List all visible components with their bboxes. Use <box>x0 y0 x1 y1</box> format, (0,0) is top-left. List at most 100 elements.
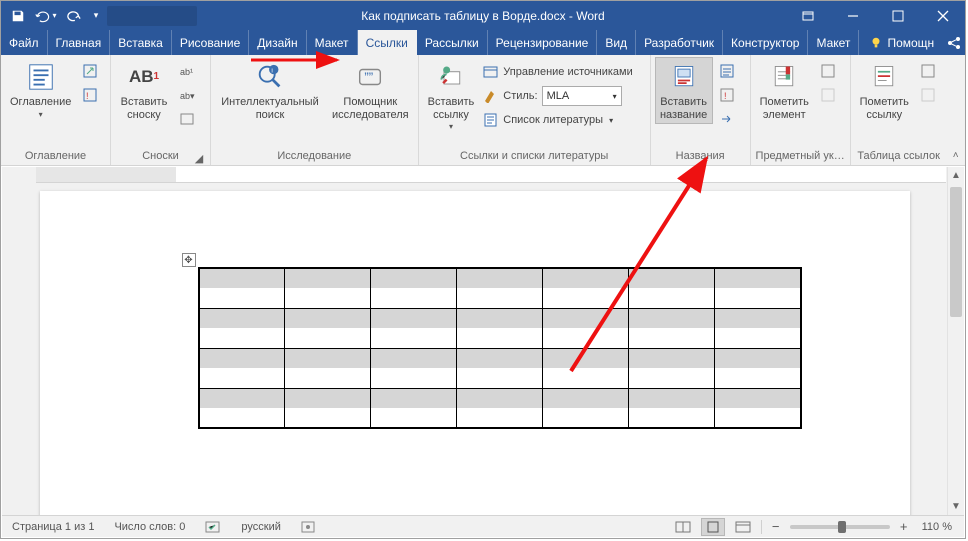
status-word-count[interactable]: Число слов: 0 <box>104 521 195 533</box>
account-area[interactable] <box>107 6 197 26</box>
tab-layout[interactable]: Макет <box>307 30 358 55</box>
citation-style-row: Стиль: MLA ▾ <box>481 85 634 107</box>
minimize-button[interactable] <box>830 1 875 30</box>
researcher-button[interactable]: ”” Помощник исследователя <box>327 57 414 124</box>
group-toa-label: Таблица ссылок <box>857 150 940 162</box>
svg-text:!: ! <box>724 91 727 101</box>
group-toc: Оглавление ▾ ! Оглавление <box>1 55 111 165</box>
share-button[interactable] <box>946 35 962 51</box>
tab-view[interactable]: Вид <box>597 30 636 55</box>
citation-style-combo[interactable]: MLA ▾ <box>542 86 622 106</box>
status-macro[interactable] <box>291 520 325 534</box>
status-language[interactable]: русский <box>231 521 290 533</box>
update-figures-button[interactable]: ! <box>715 84 739 106</box>
mark-index-label: Пометить элемент <box>760 96 809 121</box>
group-captions-label: Названия <box>676 150 725 162</box>
bibliography-button[interactable]: Список литературы ▾ <box>481 109 634 131</box>
update-toc-button[interactable]: ! <box>78 84 102 106</box>
tab-developer[interactable]: Разработчик <box>636 30 723 55</box>
zoom-out-button[interactable]: − <box>768 519 784 534</box>
mark-citation-label: Пометить ссылку <box>860 96 909 121</box>
scroll-thumb[interactable] <box>950 187 962 317</box>
scroll-down-button[interactable]: ▼ <box>948 498 964 515</box>
table-move-handle[interactable]: ✥ <box>182 253 196 267</box>
view-web-layout[interactable] <box>731 518 755 536</box>
insert-citation-button[interactable]: Вставить ссылку ▾ <box>423 57 480 134</box>
next-footnote-button[interactable]: ab▾ <box>175 84 199 106</box>
status-spellcheck[interactable] <box>195 520 231 534</box>
insert-toa-button[interactable] <box>916 60 940 82</box>
status-page[interactable]: Страница 1 из 1 <box>2 521 104 533</box>
mark-index-entry-button[interactable]: Пометить элемент <box>755 57 814 124</box>
ribbon-options-button[interactable] <box>785 1 830 30</box>
toc-label: Оглавление <box>10 96 71 109</box>
scroll-up-button[interactable]: ▲ <box>948 167 964 184</box>
zoom-level[interactable]: 110 % <box>918 521 956 533</box>
tell-me[interactable]: Помощн <box>869 36 934 50</box>
researcher-label: Помощник исследователя <box>332 96 409 121</box>
citation-style-label: Стиль: <box>503 90 537 102</box>
vertical-scrollbar[interactable]: ▲ ▼ <box>947 167 964 515</box>
manage-sources-button[interactable]: Управление источниками <box>481 61 634 83</box>
zoom-in-button[interactable]: + <box>896 519 912 534</box>
redo-button[interactable] <box>61 3 87 29</box>
close-button[interactable] <box>920 1 965 30</box>
tab-draw[interactable]: Рисование <box>172 30 249 55</box>
tab-insert[interactable]: Вставка <box>110 30 172 55</box>
add-text-button[interactable] <box>78 60 102 82</box>
insert-caption-button[interactable]: Вставить название <box>655 57 713 124</box>
insert-endnote-button[interactable]: ab¹ <box>175 60 199 82</box>
svg-text:ab▾: ab▾ <box>180 91 195 101</box>
tab-table-layout[interactable]: Макет <box>808 30 859 55</box>
mark-citation-button[interactable]: Пометить ссылку <box>855 57 914 124</box>
update-index-button[interactable] <box>816 84 840 106</box>
manage-sources-icon <box>483 64 499 80</box>
chevron-down-icon: ▾ <box>39 110 43 119</box>
tab-design[interactable]: Дизайн <box>249 30 306 55</box>
search-icon: i <box>254 61 286 93</box>
caption-icon <box>668 61 700 93</box>
customize-qat-button[interactable]: ▾ <box>89 3 103 29</box>
update-toa-button[interactable] <box>916 84 940 106</box>
document-area: ▲ ▼ ✥ <box>2 167 964 515</box>
insert-index-button[interactable] <box>816 60 840 82</box>
bibliography-label: Список литературы <box>503 114 603 126</box>
zoom-slider[interactable] <box>790 525 890 529</box>
save-button[interactable] <box>5 3 31 29</box>
view-print-layout[interactable] <box>701 518 725 536</box>
tell-me-label: Помощн <box>887 36 934 50</box>
cross-reference-button[interactable] <box>715 108 739 130</box>
insert-figures-table-button[interactable] <box>715 60 739 82</box>
toc-button[interactable]: Оглавление ▾ <box>5 57 76 122</box>
document-page[interactable]: ✥ <box>40 191 910 515</box>
chevron-down-icon: ▾ <box>613 92 617 101</box>
undo-button[interactable]: ▾ <box>33 3 59 29</box>
status-bar: Страница 1 из 1 Число слов: 0 русский − … <box>2 515 964 537</box>
document-table[interactable] <box>198 267 802 429</box>
tab-home[interactable]: Главная <box>48 30 111 55</box>
footnote-icon: AB1 <box>128 61 160 93</box>
group-index-label: Предметный ук… <box>756 150 845 162</box>
insert-footnote-button[interactable]: AB1 Вставить сноску <box>115 57 173 124</box>
group-captions: Вставить название ! Названия <box>651 55 751 165</box>
collapse-ribbon-button[interactable]: ˄ <box>953 150 959 161</box>
quote-icon: ”” <box>354 61 386 93</box>
horizontal-ruler[interactable] <box>36 167 946 183</box>
show-notes-button[interactable] <box>175 108 199 130</box>
tab-review[interactable]: Рецензирование <box>488 30 598 55</box>
smart-lookup-button[interactable]: i Интеллектуальный поиск <box>215 57 325 124</box>
group-toa: Пометить ссылку Таблица ссылок <box>851 55 947 165</box>
tab-mailings[interactable]: Рассылки <box>417 30 488 55</box>
svg-text:””: ”” <box>365 70 374 85</box>
svg-text:ab¹: ab¹ <box>180 67 193 77</box>
tab-table-design[interactable]: Конструктор <box>723 30 808 55</box>
tab-references[interactable]: Ссылки <box>358 30 417 55</box>
insert-citation-label: Вставить ссылку <box>428 96 475 121</box>
tab-file[interactable]: Файл <box>1 30 48 55</box>
group-citations: Вставить ссылку ▾ Управление источниками… <box>419 55 651 165</box>
footnotes-dialog-launcher[interactable]: ◢ <box>194 153 204 163</box>
maximize-button[interactable] <box>875 1 920 30</box>
view-read-mode[interactable] <box>671 518 695 536</box>
citation-style-value: MLA <box>547 90 570 102</box>
ribbon-tabstrip: Файл Главная Вставка Рисование Дизайн Ма… <box>1 30 965 55</box>
